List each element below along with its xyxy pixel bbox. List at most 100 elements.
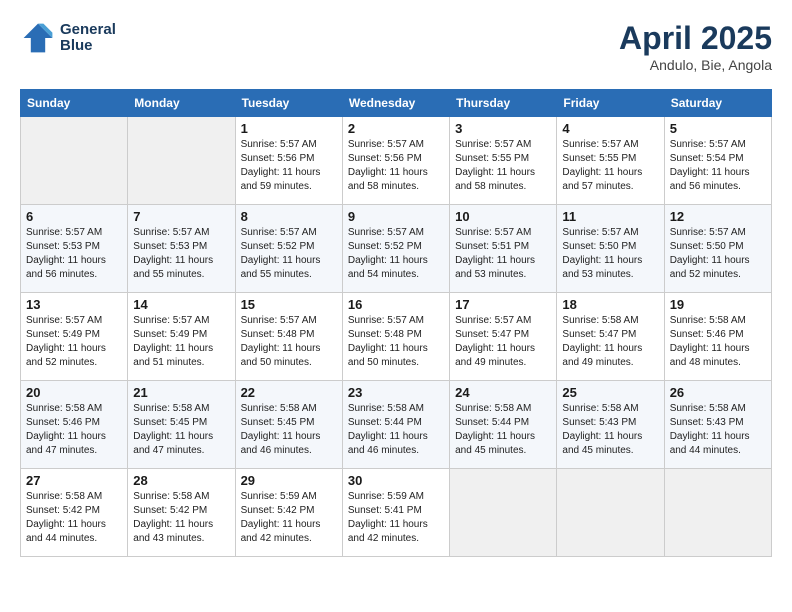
calendar-cell: 15 Sunrise: 5:57 AM Sunset: 5:48 PM Dayli…: [235, 293, 342, 381]
day-info: Sunrise: 5:57 AM Sunset: 5:51 PM Dayligh…: [455, 226, 551, 282]
day-info: Sunrise: 5:57 AM Sunset: 5:49 PM Dayligh…: [133, 314, 229, 370]
calendar-cell: 12 Sunrise: 5:57 AM Sunset: 5:50 PM Dayli…: [664, 205, 771, 293]
day-number: 29: [241, 473, 337, 488]
calendar-cell: 16 Sunrise: 5:57 AM Sunset: 5:48 PM Dayli…: [342, 293, 449, 381]
title-area: April 2025 Andulo, Bie, Angola: [619, 20, 772, 73]
calendar-cell: 5Sunrise: 5:57 AM Sunset: 5:54 PM Daylig…: [664, 117, 771, 205]
calendar-cell: 28 Sunrise: 5:58 AM Sunset: 5:42 PM Dayli…: [128, 469, 235, 557]
calendar-cell: [664, 469, 771, 557]
calendar-cell: 26 Sunrise: 5:58 AM Sunset: 5:43 PM Dayli…: [664, 381, 771, 469]
weekday-header-saturday: Saturday: [664, 90, 771, 117]
month-title: April 2025: [619, 20, 772, 57]
day-number: 16: [348, 297, 444, 312]
day-number: 3: [455, 121, 551, 136]
calendar-cell: 1Sunrise: 5:57 AM Sunset: 5:56 PM Daylig…: [235, 117, 342, 205]
day-number: 22: [241, 385, 337, 400]
day-number: 26: [670, 385, 766, 400]
day-number: 10: [455, 209, 551, 224]
day-info: Sunrise: 5:57 AM Sunset: 5:53 PM Dayligh…: [26, 226, 122, 282]
day-info: Sunrise: 5:57 AM Sunset: 5:52 PM Dayligh…: [241, 226, 337, 282]
day-number: 19: [670, 297, 766, 312]
day-info: Sunrise: 5:57 AM Sunset: 5:48 PM Dayligh…: [241, 314, 337, 370]
day-number: 23: [348, 385, 444, 400]
calendar-cell: 11 Sunrise: 5:57 AM Sunset: 5:50 PM Dayli…: [557, 205, 664, 293]
calendar-cell: 18 Sunrise: 5:58 AM Sunset: 5:47 PM Dayli…: [557, 293, 664, 381]
calendar-week-5: 27 Sunrise: 5:58 AM Sunset: 5:42 PM Dayli…: [21, 469, 772, 557]
day-number: 18: [562, 297, 658, 312]
calendar-cell: 22 Sunrise: 5:58 AM Sunset: 5:45 PM Dayli…: [235, 381, 342, 469]
day-info: Sunrise: 5:58 AM Sunset: 5:46 PM Dayligh…: [670, 314, 766, 370]
calendar-cell: 30Sunrise: 5:59 AM Sunset: 5:41 PM Dayli…: [342, 469, 449, 557]
calendar-cell: 13Sunrise: 5:57 AM Sunset: 5:49 PM Dayli…: [21, 293, 128, 381]
calendar-cell: 10 Sunrise: 5:57 AM Sunset: 5:51 PM Dayli…: [450, 205, 557, 293]
calendar-cell: 17Sunrise: 5:57 AM Sunset: 5:47 PM Dayli…: [450, 293, 557, 381]
day-info: Sunrise: 5:58 AM Sunset: 5:47 PM Dayligh…: [562, 314, 658, 370]
calendar-cell: [450, 469, 557, 557]
day-info: Sunrise: 5:58 AM Sunset: 5:44 PM Dayligh…: [348, 402, 444, 458]
calendar-cell: 14Sunrise: 5:57 AM Sunset: 5:49 PM Dayli…: [128, 293, 235, 381]
day-info: Sunrise: 5:58 AM Sunset: 5:45 PM Dayligh…: [241, 402, 337, 458]
day-info: Sunrise: 5:58 AM Sunset: 5:46 PM Dayligh…: [26, 402, 122, 458]
day-info: Sunrise: 5:59 AM Sunset: 5:42 PM Dayligh…: [241, 490, 337, 546]
weekday-header-row: SundayMondayTuesdayWednesdayThursdayFrid…: [21, 90, 772, 117]
weekday-header-monday: Monday: [128, 90, 235, 117]
calendar-cell: 20 Sunrise: 5:58 AM Sunset: 5:46 PM Dayli…: [21, 381, 128, 469]
calendar-cell: 2 Sunrise: 5:57 AM Sunset: 5:56 PM Daylig…: [342, 117, 449, 205]
calendar-week-1: 1 Sunrise: 5:57 AM Sunset: 5:56 PM Daylig…: [21, 117, 772, 205]
day-number: 17: [455, 297, 551, 312]
calendar-cell: 29 Sunrise: 5:59 AM Sunset: 5:42 PM Dayli…: [235, 469, 342, 557]
day-number: 12: [670, 209, 766, 224]
location-subtitle: Andulo, Bie, Angola: [619, 57, 772, 73]
calendar-cell: 23 Sunrise: 5:58 AM Sunset: 5:44 PM Dayli…: [342, 381, 449, 469]
day-number: 24: [455, 385, 551, 400]
day-info: Sunrise: 5:57 AM Sunset: 5:55 PM Dayligh…: [562, 138, 658, 194]
day-info: Sunrise: 5:58 AM Sunset: 5:45 PM Dayligh…: [133, 402, 229, 458]
day-info: Sunrise: 5:57 AM Sunset: 5:50 PM Dayligh…: [562, 226, 658, 282]
day-info: Sunrise: 5:58 AM Sunset: 5:43 PM Dayligh…: [670, 402, 766, 458]
day-number: 20: [26, 385, 122, 400]
logo-text: General Blue: [60, 22, 116, 55]
day-info: Sunrise: 5:57 AM Sunset: 5:48 PM Dayligh…: [348, 314, 444, 370]
weekday-header-friday: Friday: [557, 90, 664, 117]
day-info: Sunrise: 5:57 AM Sunset: 5:50 PM Dayligh…: [670, 226, 766, 282]
calendar-week-4: 20 Sunrise: 5:58 AM Sunset: 5:46 PM Dayli…: [21, 381, 772, 469]
day-info: Sunrise: 5:57 AM Sunset: 5:49 PM Dayligh…: [26, 314, 122, 370]
logo-line1: General: [60, 22, 116, 39]
day-info: Sunrise: 5:57 AM Sunset: 5:55 PM Dayligh…: [455, 138, 551, 194]
day-number: 1: [241, 121, 337, 136]
day-info: Sunrise: 5:57 AM Sunset: 5:56 PM Dayligh…: [348, 138, 444, 194]
day-number: 6: [26, 209, 122, 224]
calendar-cell: 24 Sunrise: 5:58 AM Sunset: 5:44 PM Dayli…: [450, 381, 557, 469]
calendar-cell: 21 Sunrise: 5:58 AM Sunset: 5:45 PM Dayli…: [128, 381, 235, 469]
calendar-week-2: 6 Sunrise: 5:57 AM Sunset: 5:53 PM Daylig…: [21, 205, 772, 293]
calendar-cell: 6 Sunrise: 5:57 AM Sunset: 5:53 PM Daylig…: [21, 205, 128, 293]
day-info: Sunrise: 5:57 AM Sunset: 5:53 PM Dayligh…: [133, 226, 229, 282]
day-number: 4: [562, 121, 658, 136]
day-number: 28: [133, 473, 229, 488]
calendar-cell: 9Sunrise: 5:57 AM Sunset: 5:52 PM Daylig…: [342, 205, 449, 293]
calendar-week-3: 13Sunrise: 5:57 AM Sunset: 5:49 PM Dayli…: [21, 293, 772, 381]
day-info: Sunrise: 5:58 AM Sunset: 5:42 PM Dayligh…: [26, 490, 122, 546]
logo-line2: Blue: [60, 38, 116, 55]
day-info: Sunrise: 5:58 AM Sunset: 5:42 PM Dayligh…: [133, 490, 229, 546]
day-number: 11: [562, 209, 658, 224]
calendar-header: SundayMondayTuesdayWednesdayThursdayFrid…: [21, 90, 772, 117]
calendar-body: 1 Sunrise: 5:57 AM Sunset: 5:56 PM Daylig…: [21, 117, 772, 557]
logo: General Blue: [20, 20, 116, 56]
day-number: 15: [241, 297, 337, 312]
calendar-cell: 4 Sunrise: 5:57 AM Sunset: 5:55 PM Daylig…: [557, 117, 664, 205]
calendar-cell: [128, 117, 235, 205]
day-info: Sunrise: 5:58 AM Sunset: 5:43 PM Dayligh…: [562, 402, 658, 458]
day-number: 21: [133, 385, 229, 400]
day-info: Sunrise: 5:58 AM Sunset: 5:44 PM Dayligh…: [455, 402, 551, 458]
calendar-cell: 8Sunrise: 5:57 AM Sunset: 5:52 PM Daylig…: [235, 205, 342, 293]
calendar-cell: 7Sunrise: 5:57 AM Sunset: 5:53 PM Daylig…: [128, 205, 235, 293]
day-info: Sunrise: 5:57 AM Sunset: 5:54 PM Dayligh…: [670, 138, 766, 194]
day-number: 2: [348, 121, 444, 136]
day-info: Sunrise: 5:57 AM Sunset: 5:52 PM Dayligh…: [348, 226, 444, 282]
page-header: General Blue April 2025 Andulo, Bie, Ang…: [20, 20, 772, 73]
calendar-cell: 27 Sunrise: 5:58 AM Sunset: 5:42 PM Dayli…: [21, 469, 128, 557]
weekday-header-sunday: Sunday: [21, 90, 128, 117]
weekday-header-wednesday: Wednesday: [342, 90, 449, 117]
day-number: 27: [26, 473, 122, 488]
